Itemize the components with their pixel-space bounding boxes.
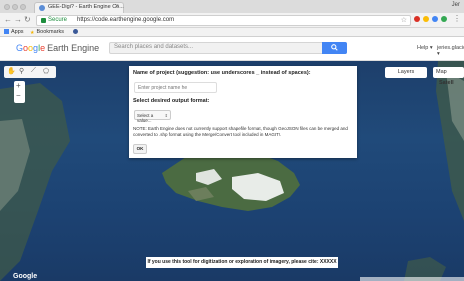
help-menu[interactable]: Help ▾ [417, 45, 433, 51]
secure-label: Secure [48, 17, 68, 23]
profile-name[interactable]: Jer [452, 2, 460, 8]
globe-icon [39, 5, 45, 11]
bookmarks-bar: Apps ★ Bookmarks [0, 28, 464, 37]
lock-icon [41, 18, 46, 23]
maximize-window-button[interactable] [20, 4, 26, 10]
url-text[interactable]: https://code.earthengine.google.com [77, 17, 174, 23]
zoom-control: + − [14, 81, 25, 103]
search-icon [331, 44, 338, 51]
zoom-out-button[interactable]: − [16, 91, 21, 100]
menu-dots-icon[interactable]: ⋮ [453, 14, 461, 23]
reload-icon[interactable]: ↻ [24, 15, 31, 24]
pan-hand-icon[interactable]: ✋ [7, 67, 16, 75]
bookmark-favicon-icon [73, 29, 78, 34]
select-value: Select a value... [137, 113, 154, 123]
extension-icon[interactable] [414, 16, 420, 22]
bookmark-star-icon[interactable]: ☆ [401, 16, 407, 24]
extension-icon[interactable] [432, 16, 438, 22]
polygon-icon[interactable]: ⬠ [43, 67, 49, 75]
zoom-in-button[interactable]: + [16, 81, 21, 90]
extension-icon[interactable] [441, 16, 447, 22]
apps-grid-icon [4, 29, 9, 34]
bookmark-extra[interactable] [73, 29, 80, 35]
search-button[interactable] [322, 42, 347, 54]
user-menu[interactable]: jeries.glacio ▾ [437, 45, 464, 57]
close-tab-icon[interactable]: × [115, 3, 119, 10]
map-attribution [360, 277, 464, 281]
citation-banner: If you use this tool for digitization or… [146, 257, 338, 268]
star-icon: ★ [30, 30, 35, 36]
back-arrow-icon[interactable]: ← [4, 15, 12, 24]
layers-button[interactable]: Layers [385, 67, 427, 78]
address-bar-row: ← → ↻ Secure https://code.earthengine.go… [0, 13, 464, 28]
project-name-label: Name of project (suggestion: use undersc… [133, 70, 311, 76]
browser-tab[interactable]: GEE-Digi? - Earth Engine Co... × [34, 2, 124, 13]
export-project-dialog: Name of project (suggestion: use undersc… [129, 66, 357, 158]
url-bar[interactable]: Secure https://code.earthengine.google.c… [36, 15, 411, 26]
extension-icon[interactable] [423, 16, 429, 22]
google-earth-engine-logo[interactable]: Google Earth Engine [16, 43, 99, 53]
search-input[interactable]: Search places and datasets... [109, 42, 347, 54]
chevron-updown-icon: ⇕ [164, 113, 168, 118]
browser-tab-strip: GEE-Digi? - Earth Engine Co... × Jer [0, 0, 464, 13]
close-window-button[interactable] [4, 4, 10, 10]
map-type-toggle[interactable]: Map Satell [433, 67, 464, 86]
shapefile-note: NOTE: Earth Engine does not currently su… [133, 126, 348, 137]
search-placeholder: Search places and datasets... [114, 44, 194, 50]
output-format-select[interactable]: Select a value... ⇕ [134, 110, 171, 123]
output-format-label: Select desired output format: [133, 98, 210, 104]
ok-button[interactable]: OK [133, 144, 147, 154]
forward-arrow-icon[interactable]: → [14, 15, 22, 24]
google-watermark: Google [13, 273, 38, 280]
project-name-input[interactable] [134, 82, 217, 93]
bookmark-bookmarks[interactable]: ★ Bookmarks [30, 29, 64, 36]
minimize-window-button[interactable] [12, 4, 18, 10]
map-drawing-tools: ✋ ⚲ ⟋ ⬠ [4, 66, 56, 78]
tab-title: GEE-Digi? - Earth Engine Co... [48, 4, 124, 10]
bookmark-apps[interactable]: Apps [4, 29, 24, 35]
marker-icon[interactable]: ⚲ [19, 67, 24, 75]
line-icon[interactable]: ⟋ [31, 67, 36, 75]
gee-header: Google Earth Engine Search places and dat… [0, 37, 464, 61]
